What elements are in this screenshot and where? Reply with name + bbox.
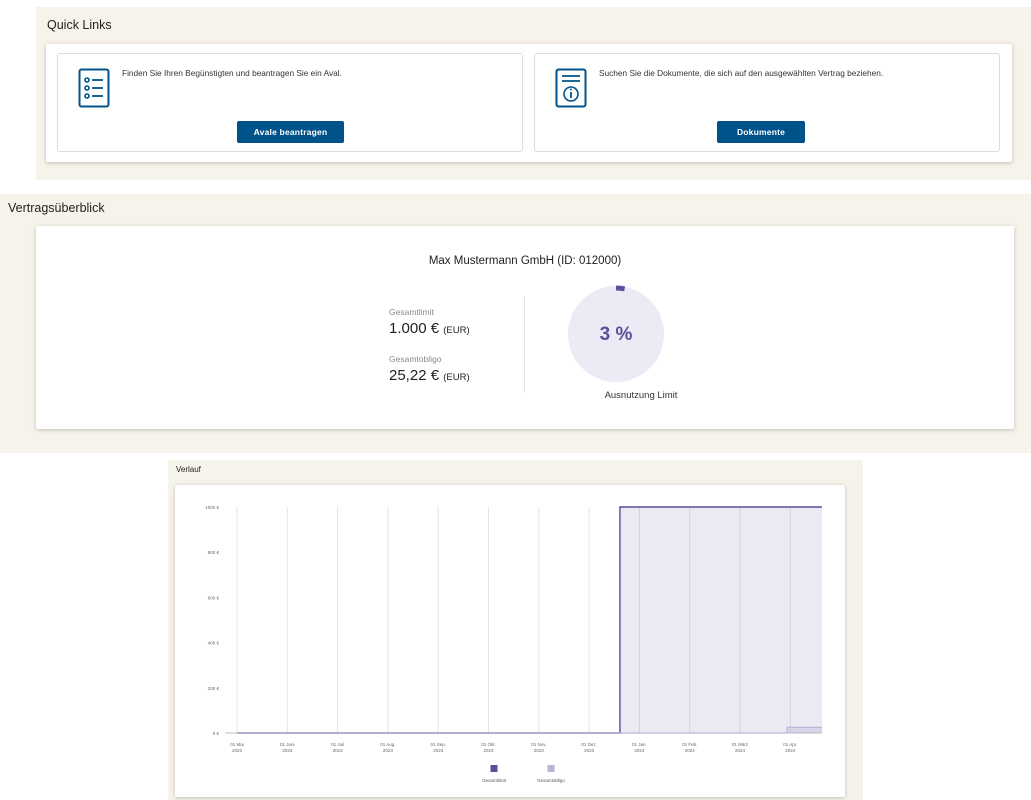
chart-y-tick-label: 600 €: [208, 595, 220, 600]
chart-y-tick-label: 1000 €: [205, 505, 219, 510]
chart-x-tick-label: 01 Mai: [230, 742, 244, 747]
chart-legend-swatch: [490, 765, 498, 772]
chart-x-tick-label: 2024: [735, 748, 746, 753]
chart-x-tick-label: 01 März: [732, 742, 749, 747]
chart-x-tick-label: 01 Sep.: [430, 742, 446, 747]
history-chart: 0 €200 €400 €600 €800 €1000 €01 Mai20230…: [205, 505, 822, 783]
chart-legend-label: Gesamtlimit: [482, 778, 507, 783]
chart-y-tick-label: 400 €: [208, 641, 220, 646]
chart-y-tick-label: 200 €: [208, 686, 220, 691]
chart-y-tick-label: 800 €: [208, 550, 220, 555]
chart-x-tick-label: 01 Nov.: [531, 742, 546, 747]
chart-x-tick-label: 2023: [483, 748, 494, 753]
chart-x-tick-label: 2023: [232, 748, 243, 753]
chart-x-tick-label: 2023: [383, 748, 394, 753]
chart-x-tick-label: 01 Juni: [280, 742, 295, 747]
chart-x-tick-label: 01 Feb.: [682, 742, 697, 747]
chart-series-area-0: [237, 507, 822, 733]
chart-x-tick-label: 2023: [584, 748, 595, 753]
chart-x-tick-label: 01 Apr.: [783, 742, 797, 747]
chart-x-tick-label: 01 Jan.: [632, 742, 647, 747]
chart-x-tick-label: 2023: [333, 748, 344, 753]
chart-legend-label: Gesamtobligo: [537, 778, 565, 783]
chart-x-tick-label: 2023: [282, 748, 293, 753]
chart-x-tick-label: 01 Okt.: [481, 742, 496, 747]
chart-y-tick-label: 0 €: [213, 731, 220, 736]
chart-x-tick-label: 01 Aug.: [380, 742, 395, 747]
chart-x-tick-label: 2023: [433, 748, 444, 753]
chart-x-tick-label: 2023: [534, 748, 545, 753]
chart-x-tick-label: 01 Juli: [331, 742, 344, 747]
chart-x-tick-label: 2024: [634, 748, 645, 753]
chart-x-tick-label: 01 Dez.: [581, 742, 597, 747]
chart-legend-swatch: [547, 765, 555, 772]
chart-x-tick-label: 2024: [785, 748, 796, 753]
chart-x-tick-label: 2024: [685, 748, 696, 753]
